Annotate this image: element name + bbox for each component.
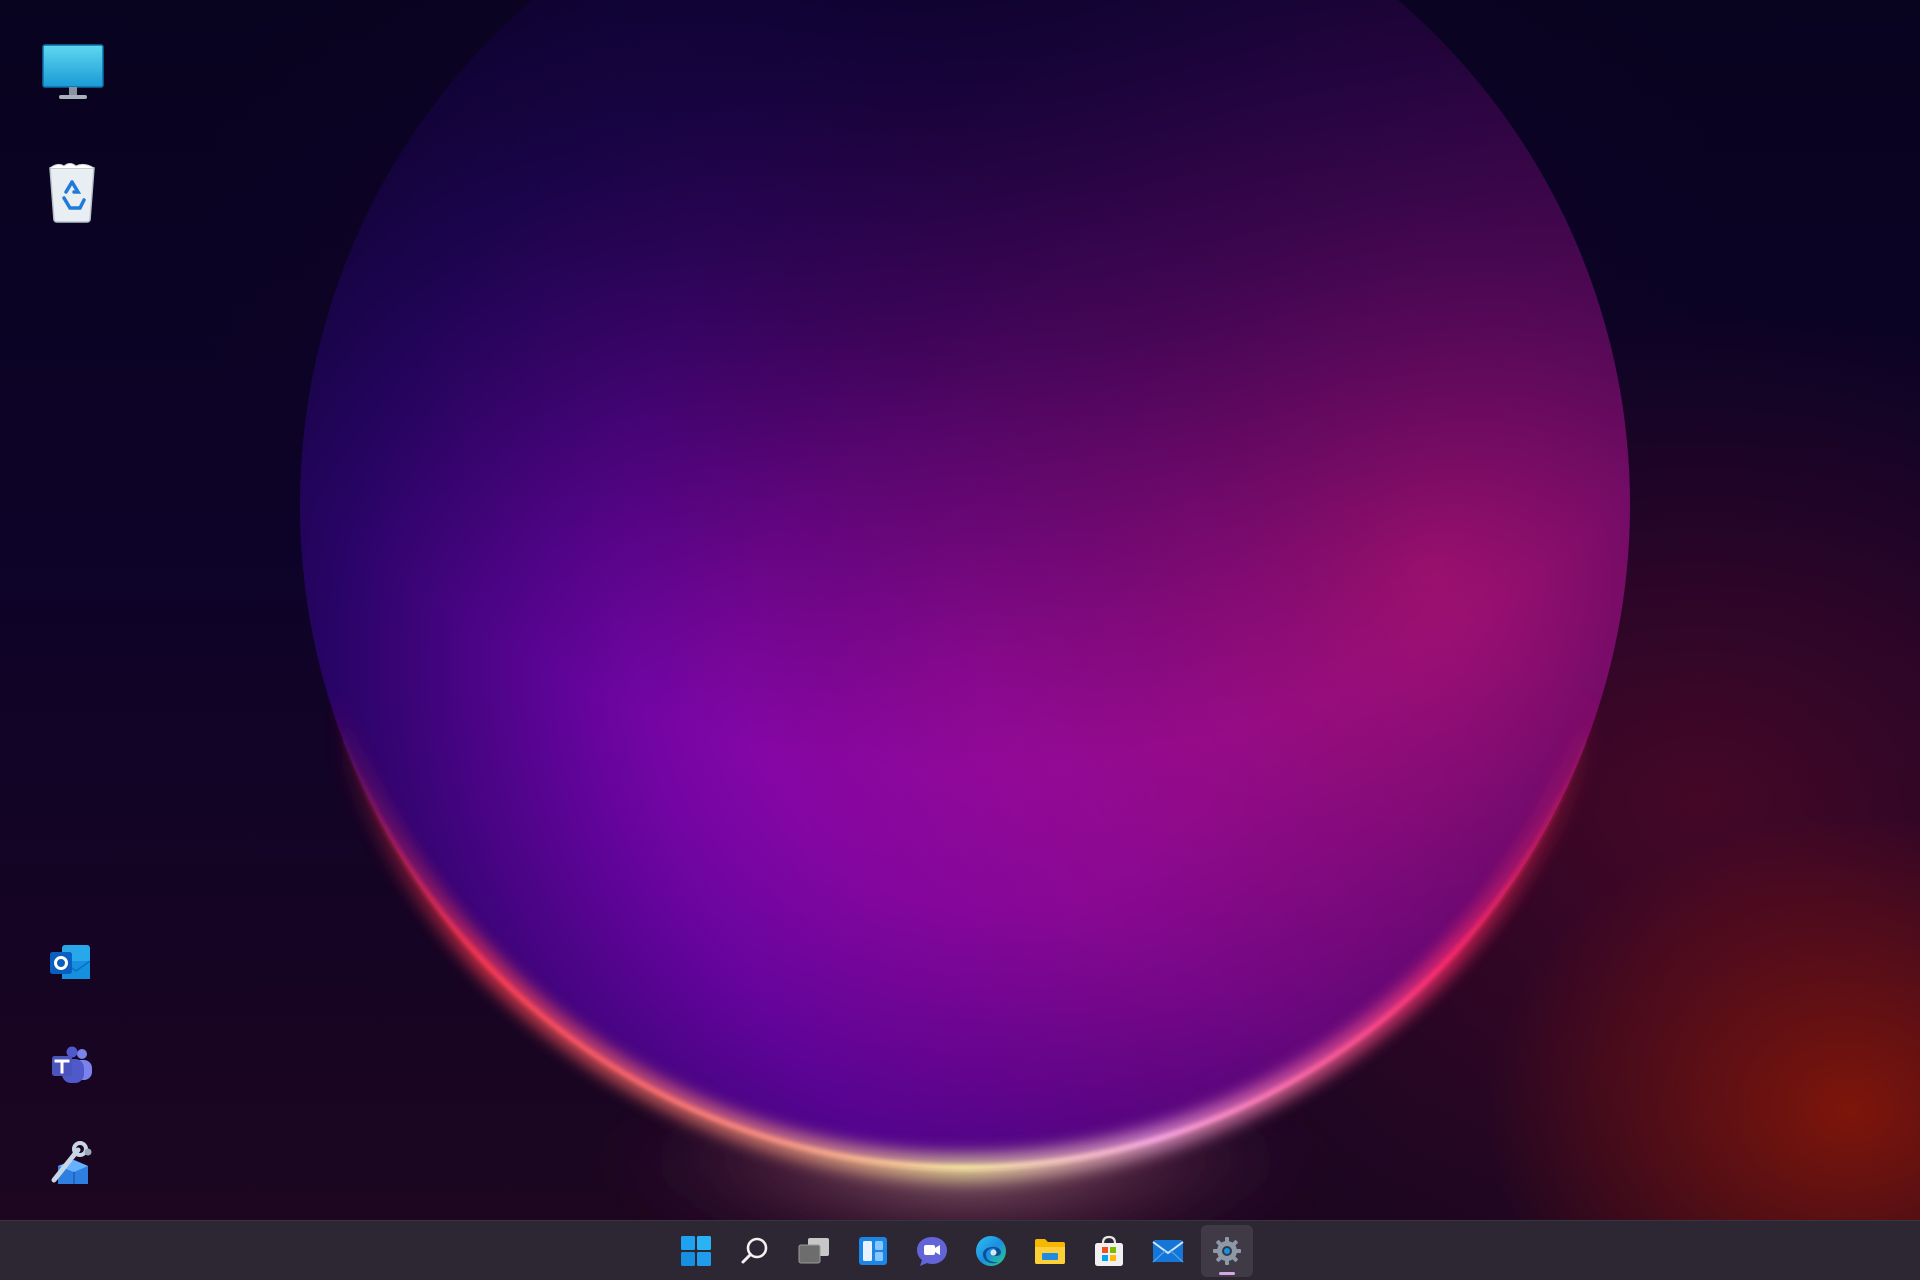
desktop[interactable] <box>0 0 1920 1220</box>
outlook-icon[interactable] <box>22 915 118 1011</box>
active-app-indicator <box>1219 1272 1235 1275</box>
recycle-bin-icon[interactable] <box>24 144 120 240</box>
mail-icon[interactable] <box>1142 1225 1194 1277</box>
file-explorer-icon[interactable] <box>1024 1225 1076 1277</box>
task-view-icon[interactable] <box>788 1225 840 1277</box>
chat-icon[interactable] <box>906 1225 958 1277</box>
microsoft-store-icon[interactable] <box>1083 1225 1135 1277</box>
start-icon[interactable] <box>670 1225 722 1277</box>
system-tools-icon[interactable] <box>24 1116 120 1212</box>
teams-icon[interactable] <box>24 1018 120 1114</box>
this-pc-icon[interactable] <box>25 25 121 121</box>
widgets-icon[interactable] <box>847 1225 899 1277</box>
settings-icon[interactable] <box>1201 1225 1253 1277</box>
taskbar <box>0 1220 1920 1280</box>
wallpaper <box>300 0 1630 1220</box>
search-icon[interactable] <box>729 1225 781 1277</box>
edge-icon[interactable] <box>965 1225 1017 1277</box>
